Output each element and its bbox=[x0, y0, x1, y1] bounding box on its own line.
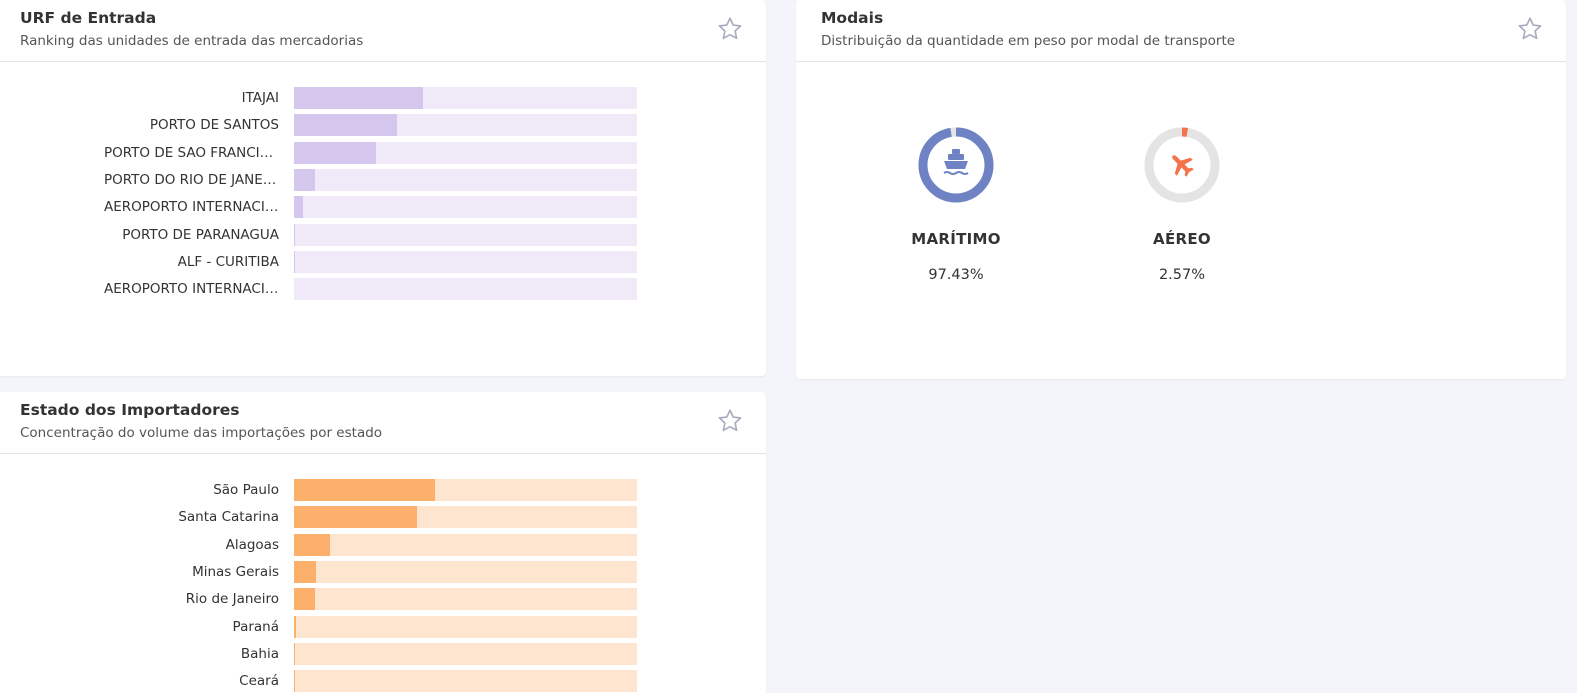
modal-name: MARÍTIMO bbox=[911, 230, 1001, 248]
modal-percentage: 97.43% bbox=[928, 267, 984, 283]
estado-bar-label: Alagoas bbox=[225, 536, 279, 553]
urf-bar-row[interactable]: AEROPORTO INTERNACIONAL bbox=[0, 196, 766, 219]
estado-bar-row[interactable]: Bahia bbox=[0, 642, 766, 665]
estado-bar-row[interactable]: Ceará bbox=[0, 670, 766, 693]
urf-bar-row[interactable]: ALF - CURITIBA bbox=[0, 250, 766, 273]
estado-bar-track bbox=[294, 642, 637, 665]
modais-card: Modais Distribuição da quantidade em pes… bbox=[796, 0, 1566, 379]
estado-bar-label: Paraná bbox=[232, 618, 279, 635]
estado-bar-row[interactable]: Minas Gerais bbox=[0, 560, 766, 583]
urf-bar-fill bbox=[294, 168, 315, 191]
ship-icon bbox=[943, 149, 969, 175]
modais-card-subtitle: Distribuição da quantidade em peso por m… bbox=[821, 33, 1236, 49]
estado-bar-track bbox=[294, 670, 637, 693]
urf-bar-label: PORTO DE PARANAGUA bbox=[122, 226, 279, 243]
urf-bar-fill bbox=[294, 141, 377, 164]
star-icon[interactable] bbox=[716, 15, 744, 43]
urf-bar-label: ALF - CURITIBA bbox=[177, 253, 279, 270]
urf-card-title: URF de Entrada bbox=[20, 9, 157, 27]
estado-card: Estado dos Importadores Concentração do … bbox=[0, 392, 766, 693]
urf-bar-row[interactable]: AEROPORTO INTERNACIONAL bbox=[0, 278, 766, 301]
estado-card-title: Estado dos Importadores bbox=[20, 401, 240, 419]
star-icon[interactable] bbox=[1516, 15, 1544, 43]
modais-card-header: Modais Distribuição da quantidade em pes… bbox=[796, 0, 1566, 62]
urf-bar-label: ITAJAI bbox=[241, 90, 279, 106]
urf-bar-track bbox=[294, 114, 637, 137]
modais-card-title: Modais bbox=[821, 9, 884, 27]
urf-bar-track bbox=[294, 87, 637, 109]
estado-bar-fill bbox=[294, 560, 317, 583]
estado-bar-label: Ceará bbox=[239, 673, 279, 690]
estado-bar-track bbox=[294, 588, 637, 611]
urf-bar-row[interactable]: PORTO DE SANTOS bbox=[0, 114, 766, 137]
urf-card-subtitle: Ranking das unidades de entrada das merc… bbox=[20, 33, 364, 49]
modal-percentage: 2.57% bbox=[1158, 267, 1206, 283]
estado-bar-row[interactable]: São Paulo bbox=[0, 479, 766, 501]
star-icon[interactable] bbox=[716, 407, 744, 435]
estado-bar-fill bbox=[294, 533, 330, 556]
estado-bar-label: São Paulo bbox=[213, 482, 279, 498]
urf-bar-row[interactable]: PORTO DE PARANAGUA bbox=[0, 223, 766, 246]
urf-bar-fill bbox=[294, 196, 303, 219]
urf-bar-row[interactable]: PORTO DE SAO FRANCISCO DO SUL bbox=[0, 141, 766, 164]
estado-bar-fill bbox=[294, 588, 315, 611]
urf-bar-row[interactable]: PORTO DO RIO DE JANEIRO bbox=[0, 168, 766, 191]
urf-bar-track bbox=[294, 223, 637, 246]
estado-bar-track bbox=[294, 479, 637, 501]
estado-bar-track bbox=[294, 506, 637, 529]
estado-bar-fill bbox=[294, 642, 296, 665]
estado-bar-label: Rio de Janeiro bbox=[185, 591, 279, 608]
aereo-donut bbox=[1144, 127, 1220, 203]
estado-bar-fill bbox=[294, 615, 296, 638]
urf-bar-row[interactable]: ITAJAI bbox=[0, 87, 766, 109]
estado-bar-label: Bahia bbox=[240, 645, 279, 662]
estado-bar-fill bbox=[294, 670, 296, 693]
maritimo-donut bbox=[918, 127, 994, 203]
estado-bar-row[interactable]: Alagoas bbox=[0, 533, 766, 556]
urf-bar-label: PORTO DE SAO FRANCISCO DO SUL bbox=[104, 144, 279, 161]
estado-bar-row[interactable]: Paraná bbox=[0, 615, 766, 638]
urf-bar-label: PORTO DE SANTOS bbox=[149, 117, 279, 134]
modal-item-maritimo: MARÍTIMO 97.43% bbox=[876, 125, 1036, 283]
estado-card-subtitle: Concentração do volume das importações p… bbox=[20, 425, 383, 441]
estado-bar-row[interactable]: Rio de Janeiro bbox=[0, 588, 766, 611]
urf-bar-label: AEROPORTO INTERNACIONAL bbox=[104, 281, 279, 298]
urf-bar-fill bbox=[294, 250, 296, 273]
estado-bar-row[interactable]: Santa Catarina bbox=[0, 506, 766, 529]
estado-bar-fill bbox=[294, 479, 435, 501]
urf-bar-track bbox=[294, 168, 637, 191]
estado-bar-track bbox=[294, 533, 637, 556]
estado-bar-label: Santa Catarina bbox=[178, 509, 279, 526]
modal-name: AÉREO bbox=[1153, 230, 1211, 248]
urf-card: URF de Entrada Ranking das unidades de e… bbox=[0, 0, 766, 376]
airplane-icon bbox=[1172, 155, 1194, 177]
estado-bar-track bbox=[294, 560, 637, 583]
urf-bar-fill bbox=[294, 114, 397, 137]
estado-bar-fill bbox=[294, 506, 418, 529]
urf-bar-fill bbox=[294, 223, 296, 246]
estado-bar-track bbox=[294, 615, 637, 638]
urf-bar-fill bbox=[294, 87, 423, 109]
urf-bar-track bbox=[294, 141, 637, 164]
urf-card-header: URF de Entrada Ranking das unidades de e… bbox=[0, 0, 766, 62]
urf-bar-label: AEROPORTO INTERNACIONAL bbox=[104, 199, 279, 216]
estado-card-header: Estado dos Importadores Concentração do … bbox=[0, 392, 766, 454]
urf-bar-track bbox=[294, 250, 637, 273]
estado-bar-label: Minas Gerais bbox=[192, 563, 279, 580]
urf-bar-track bbox=[294, 278, 637, 301]
urf-bar-track bbox=[294, 196, 637, 219]
modal-item-aereo: AÉREO 2.57% bbox=[1102, 125, 1262, 283]
urf-bar-label: PORTO DO RIO DE JANEIRO bbox=[104, 171, 279, 188]
